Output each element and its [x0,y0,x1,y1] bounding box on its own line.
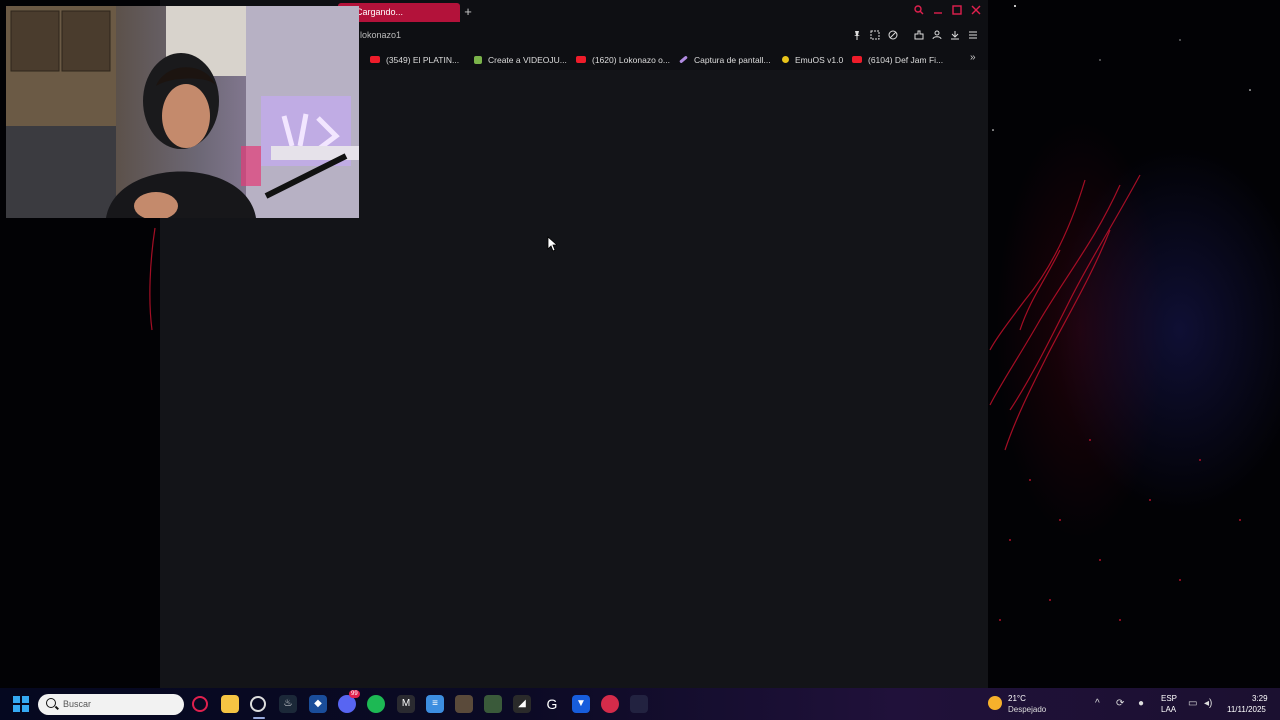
extensions-icon[interactable] [912,30,926,44]
steam-icon[interactable]: ♨ [279,695,297,713]
clock-date[interactable]: 11/11/2025 [1227,705,1266,714]
bookmark-label: Create a VIDEOJU... [488,54,567,65]
search-icon [46,698,56,708]
minimize-button[interactable] [931,4,945,19]
mouse-cursor [547,236,557,252]
menu-icon[interactable] [966,30,980,44]
network-icon[interactable]: ▭ [1188,698,1197,709]
weather-moon-icon[interactable] [988,696,1002,710]
clock-time[interactable]: 3:29 [1252,694,1268,703]
spotify-icon[interactable] [367,695,385,713]
search-placeholder: Buscar [63,699,92,709]
active-app-indicator [253,717,265,719]
emuos-icon [782,56,789,63]
page-icon [474,55,482,64]
keyboard-layout[interactable]: LAA [1161,705,1176,714]
youtube-icon [370,56,380,63]
bookmark-item[interactable]: EmuOS v1.0 [782,53,843,66]
discord-icon[interactable]: 99 [338,690,360,713]
bookmark-item[interactable]: Captura de pantall... [679,53,771,66]
bookmarks-overflow-button[interactable]: » [970,52,976,63]
app-shield-icon[interactable]: ◆ [309,695,327,713]
language-indicator[interactable]: ESP [1161,694,1177,703]
bookmark-label: (1620) Lokonazo o... [592,54,670,65]
logitech-icon[interactable]: G [543,695,561,713]
taskbar-search-box[interactable]: Buscar [38,694,184,715]
snapshot-icon[interactable] [868,30,882,44]
account-icon[interactable] [930,30,944,44]
game-icon[interactable] [455,695,473,713]
car-icon[interactable]: ◢ [513,695,531,713]
microphone-icon[interactable]: ● [1138,698,1144,709]
volume-icon[interactable]: ◂) [1204,698,1212,709]
bookmark-label: (3549) El PLATIN... [386,54,460,65]
app-dark-icon[interactable] [630,695,648,713]
pin-icon[interactable] [850,30,864,44]
tray-overflow-icon[interactable]: ^ [1095,698,1100,709]
tab-title: Cargando... [356,7,404,17]
webcam-overlay [6,6,359,218]
maximize-button[interactable] [950,4,964,19]
discord-badge: 99 [349,690,360,698]
search-icon[interactable] [912,4,926,19]
bookmark-label: (6104) Def Jam Fi... [868,54,944,65]
sync-icon[interactable]: ⟳ [1116,698,1124,709]
bookmark-label: Captura de pantall... [694,54,771,65]
notepad-icon[interactable]: ≡ [426,695,444,713]
youtube-icon [852,56,862,63]
url-field[interactable]: lokonazo1 [360,30,401,40]
bookmark-label: EmuOS v1.0 [795,54,844,65]
opera-gx-icon[interactable] [192,696,208,712]
weather-description[interactable]: Despejado [1008,705,1046,714]
app-m-icon[interactable]: M [397,695,415,713]
bookmark-item[interactable]: (3549) El PLATIN... [370,53,459,66]
bookmark-item[interactable]: (1620) Lokonazo o... [576,53,670,66]
youtube-icon [576,56,586,63]
windows-start-button[interactable] [13,696,29,712]
close-button[interactable] [969,4,983,19]
webcam-feed [6,6,359,218]
game-icon-2[interactable] [484,695,502,713]
bookmark-item[interactable]: Create a VIDEOJU... [474,53,567,66]
bookmark-item[interactable]: (6104) Def Jam Fi... [852,53,943,66]
bitwarden-icon[interactable]: ▼ [572,695,590,713]
taskbar: Buscar ♨ ◆ 99 M ≡ ◢ G ▼ 21°C Despejado ^… [0,688,1280,720]
feather-icon [679,55,688,64]
adblock-icon[interactable] [886,30,900,44]
app-red-icon[interactable] [601,695,619,713]
file-explorer-icon[interactable] [221,695,239,713]
new-tab-button[interactable]: + [461,4,475,19]
opera-gx-active-icon[interactable] [250,696,266,712]
download-icon[interactable] [948,30,962,44]
weather-temperature[interactable]: 21°C [1008,694,1026,703]
